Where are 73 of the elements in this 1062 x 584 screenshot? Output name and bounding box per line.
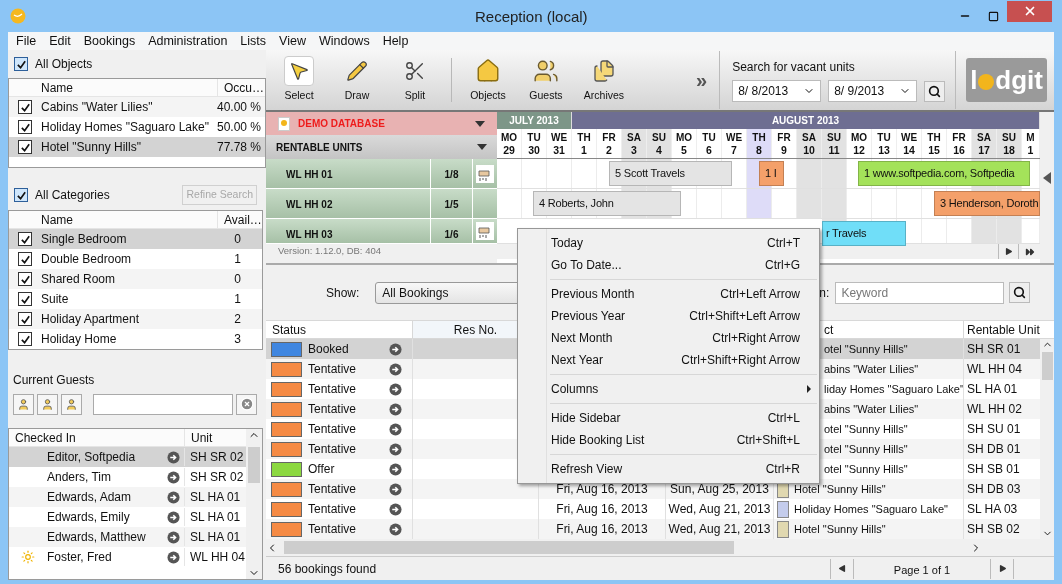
status-text: Booked bbox=[308, 341, 350, 358]
window-title: Reception (local) bbox=[475, 7, 588, 27]
page-indicator: Page 1 of 1 bbox=[892, 563, 952, 579]
status-text: Tentative bbox=[308, 481, 358, 498]
item-value: 0 bbox=[233, 271, 242, 288]
item-name: Shared Room bbox=[41, 271, 117, 288]
object-cell-text: Hotel "Sunny Hills" bbox=[794, 521, 886, 537]
object-cell-text: abins "Water Lilies" bbox=[824, 401, 919, 417]
section-title: All Objects bbox=[35, 56, 93, 73]
item-name: Suite bbox=[41, 291, 70, 308]
month-header: JULY 2013 bbox=[497, 112, 572, 129]
item-value: 0 bbox=[233, 231, 242, 248]
object-cell-text: abins "Water Lilies" bbox=[824, 361, 919, 377]
status-text: Tentative bbox=[308, 441, 358, 458]
status-text: Offer bbox=[308, 461, 336, 478]
menu-option-label: Next Year bbox=[551, 352, 604, 369]
guest-name: Anders, Tim bbox=[47, 469, 113, 486]
item-value: 50.00 % bbox=[217, 119, 263, 136]
shortcut-text: Ctrl+T bbox=[767, 235, 800, 252]
guest-name: Foster, Fred bbox=[47, 549, 113, 566]
guest-name: Edwards, Adam bbox=[47, 489, 133, 506]
section-title: Current Guests bbox=[12, 372, 96, 389]
object-cell-text: Hotel "Sunny Hills" bbox=[794, 481, 886, 497]
shortcut-text: Ctrl+L bbox=[767, 410, 800, 427]
guest-name: Editor, Softpedia bbox=[47, 449, 137, 466]
item-value: 3 bbox=[233, 331, 242, 348]
logo: l dgit bbox=[966, 58, 1047, 102]
object-cell-text: otel "Sunny Hills" bbox=[824, 341, 908, 357]
item-value: 77.78 % bbox=[217, 139, 263, 156]
show-label: Show: bbox=[326, 284, 360, 302]
shortcut-text: Ctrl+Shift+Left Arrow bbox=[689, 308, 800, 325]
status-text: 56 bookings found bbox=[278, 560, 377, 578]
item-name: Double Bedroom bbox=[41, 251, 133, 268]
item-name: Single Bedroom bbox=[41, 231, 128, 248]
menu-option-label: Refresh View bbox=[551, 461, 623, 478]
section-title: All Categories bbox=[35, 187, 110, 204]
item-value: 2 bbox=[233, 311, 242, 328]
item-value: 40.00 % bbox=[217, 99, 263, 116]
object-cell-text: liday Homes "Saguaro Lake" bbox=[824, 381, 964, 397]
shortcut-text: Ctrl+G bbox=[765, 257, 800, 274]
month-header: AUGUST 2013 bbox=[572, 112, 1040, 129]
menu-option-label: Hide Sidebar bbox=[551, 410, 621, 427]
object-cell-text: otel "Sunny Hills" bbox=[824, 421, 908, 437]
item-name: Holiday Apartment bbox=[41, 311, 141, 328]
shortcut-text: Ctrl+R bbox=[765, 461, 800, 478]
search-label: n: bbox=[819, 284, 830, 302]
status-text: Tentative bbox=[308, 401, 358, 418]
object-cell-text: otel "Sunny Hills" bbox=[824, 461, 908, 477]
item-value: 1 bbox=[233, 291, 242, 308]
object-cell-text: otel "Sunny Hills" bbox=[824, 441, 908, 457]
shortcut-text: Ctrl+Left Arrow bbox=[720, 286, 800, 303]
item-name: Cabins "Water Lilies" bbox=[41, 99, 154, 116]
status-text: Tentative bbox=[308, 361, 358, 378]
menu-option-label: Hide Booking List bbox=[551, 432, 645, 449]
menu-option-label: Today bbox=[551, 235, 584, 252]
item-value: 1 bbox=[233, 251, 242, 268]
shortcut-text: Ctrl+Shift+L bbox=[736, 432, 800, 449]
guest-name: Edwards, Matthew bbox=[47, 529, 147, 546]
menu-option-label: Next Month bbox=[551, 330, 613, 347]
item-name: Hotel "Sunny Hills" bbox=[41, 139, 142, 156]
menu-option-label: Previous Year bbox=[551, 308, 626, 325]
status-text: Tentative bbox=[308, 381, 358, 398]
status-text: Tentative bbox=[308, 501, 358, 518]
object-cell-text: Holiday Homes "Saguaro Lake" bbox=[794, 501, 948, 517]
menu-option-label: Go To Date... bbox=[551, 257, 622, 274]
guest-name: Edwards, Emily bbox=[47, 509, 131, 526]
item-name: Holiday Homes "Saguaro Lake" bbox=[41, 119, 210, 136]
status-text: Tentative bbox=[308, 421, 358, 438]
item-name: Holiday Home bbox=[41, 331, 118, 348]
shortcut-text: Ctrl+Shift+Right Arrow bbox=[681, 352, 800, 369]
shortcut-text: Ctrl+Right Arrow bbox=[712, 330, 800, 347]
status-text: Tentative bbox=[308, 521, 358, 538]
search-label: Search for vacant units bbox=[732, 59, 856, 76]
